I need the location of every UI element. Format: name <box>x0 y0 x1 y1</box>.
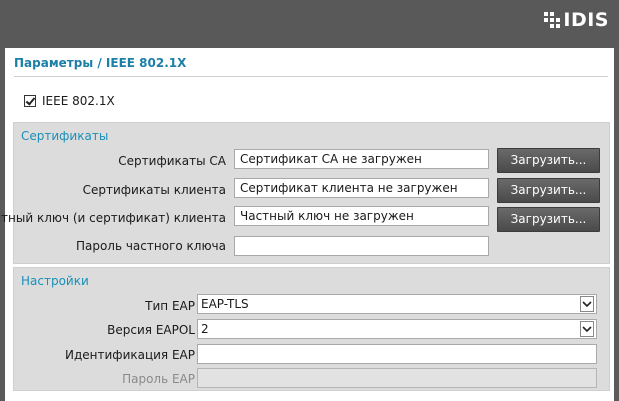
chevron-down-icon <box>580 321 594 337</box>
eapol-version-label: Версия EAPOL <box>107 323 195 337</box>
logo-mark-icon <box>544 12 561 28</box>
certificates-group-title: Сертификаты <box>21 129 109 143</box>
client-cert-upload-button[interactable]: Загрузить... <box>497 178 600 203</box>
ca-cert-label: Сертификаты CA <box>118 154 226 168</box>
top-bar: IDIS <box>0 0 619 48</box>
private-key-upload-button[interactable]: Загрузить... <box>497 207 600 232</box>
eapol-version-select[interactable]: 2 <box>197 319 597 339</box>
title-divider <box>14 76 608 77</box>
eapol-version-value: 2 <box>201 322 209 336</box>
content-panel: Параметры / IEEE 802.1X IEEE 802.1X Серт… <box>0 48 614 401</box>
ieee-8021x-row: IEEE 802.1X <box>24 94 115 108</box>
brand-logo: IDIS <box>544 10 609 30</box>
private-key-field: Частный ключ не загружен <box>234 206 489 226</box>
private-key-label: Частный ключ (и сертификат) клиента <box>0 211 226 225</box>
logo-text: IDIS <box>563 9 609 31</box>
client-cert-field: Сертификат клиента не загружен <box>234 178 489 198</box>
key-password-label: Пароль частного ключа <box>75 239 226 253</box>
client-cert-label: Сертификаты клиента <box>82 183 226 197</box>
eap-type-value: EAP-TLS <box>201 297 249 311</box>
eap-identity-input[interactable] <box>197 344 597 364</box>
eap-type-select[interactable]: EAP-TLS <box>197 294 597 314</box>
eap-password-input <box>197 368 597 388</box>
eap-password-label: Пароль EAP <box>122 372 195 386</box>
certificates-group: Сертификаты Сертификаты CA Сертификат CA… <box>0 122 610 264</box>
settings-group: Настройки Тип EAP EAP-TLS Версия EAPOL 2… <box>13 267 610 391</box>
eap-type-label: Тип EAP <box>145 299 195 313</box>
ieee-8021x-label: IEEE 802.1X <box>42 94 115 108</box>
page-title: Параметры / IEEE 802.1X <box>14 56 187 70</box>
key-password-input[interactable] <box>234 236 489 256</box>
chevron-down-icon <box>580 296 594 312</box>
eap-identity-label: Идентификация EAP <box>65 348 195 362</box>
ca-cert-upload-button[interactable]: Загрузить... <box>497 148 600 173</box>
ca-cert-field: Сертификат CA не загружен <box>234 149 489 169</box>
settings-group-title: Настройки <box>21 274 89 288</box>
ieee-8021x-checkbox[interactable] <box>24 95 36 107</box>
